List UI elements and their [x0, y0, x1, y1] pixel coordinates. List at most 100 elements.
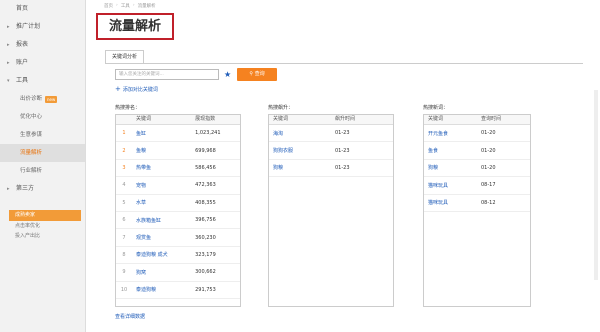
keyword-link[interactable]: 海淘 — [269, 124, 331, 143]
sidebar-subitem[interactable]: 生意参谋 — [0, 126, 85, 144]
table-row: 猫咪玩具 08-17 — [424, 176, 530, 195]
sidebar-item[interactable]: ▾ 工具 — [0, 72, 85, 90]
keyword-link[interactable]: 泰迪狗粮 — [132, 281, 192, 299]
breadcrumb-current: 流量解析 — [137, 4, 156, 9]
sidebar-item[interactable]: ▸ 推广计划 — [0, 18, 85, 36]
keyword-link[interactable]: 狗粮 — [269, 159, 331, 178]
tab-keyword-analysis[interactable]: 关键词分析 — [105, 50, 145, 64]
search-icon: ⚲ — [249, 71, 254, 77]
seller-box: 成熟卖家 点击率优化 投入产出比 — [9, 210, 81, 241]
search-button[interactable]: ⚲ 查询 — [237, 68, 277, 81]
value-cell: 323,179 — [191, 246, 240, 265]
keyword-link[interactable]: 鱼粮 — [132, 141, 192, 160]
keyword-link[interactable]: 泰迪狗粮 成犬 — [132, 246, 192, 265]
sidebar-item[interactable]: ▸ 账户 — [0, 54, 85, 72]
rank-cell: 1 — [116, 124, 132, 143]
keyword-link[interactable]: 开元鱼食 — [424, 124, 477, 143]
sidebar-item-label: 报表 — [16, 41, 29, 48]
column-header: 展现指数 — [191, 115, 240, 125]
time-cell: 01-20 — [477, 124, 530, 143]
time-cell: 08-17 — [477, 176, 530, 195]
table-row: 2 鱼粮 699,968 — [116, 141, 240, 160]
keyword-link[interactable]: 狗狗衣服 — [269, 141, 331, 160]
value-cell: 408,355 — [191, 194, 240, 212]
rank-cell: 8 — [116, 246, 132, 265]
keyword-link[interactable]: 热带鱼 — [132, 159, 192, 178]
keyword-link[interactable]: 鱼食 — [424, 141, 477, 160]
rank-cell: 3 — [116, 159, 132, 178]
add-keyword-label: 添加对比关键词 — [122, 86, 158, 93]
seller-box-row[interactable]: 点击率优化 — [9, 221, 81, 231]
table-row: 鱼食 01-20 — [424, 141, 530, 160]
keyword-link[interactable]: 水族箱鱼缸 — [132, 211, 192, 230]
sidebar-item-label: 首页 — [16, 5, 29, 12]
column-header: 查询时间 — [477, 115, 530, 125]
breadcrumb-separator: › — [132, 3, 135, 8]
add-keyword-link[interactable]: + 添加对比关键词 — [115, 85, 158, 93]
keyword-link[interactable]: 猫咪玩具 — [424, 194, 477, 212]
sidebar-subitem[interactable]: 行业解析 — [0, 162, 85, 180]
time-cell: 01-23 — [331, 124, 393, 143]
breadcrumb-home[interactable]: 首页 — [104, 3, 113, 9]
table-row: 1 鱼缸 1,023,241 — [116, 124, 240, 143]
column-header: 关键词 — [132, 115, 192, 125]
rank-cell: 9 — [116, 263, 132, 282]
hot-new-title: 热搜新词： — [423, 105, 449, 111]
breadcrumb: 首页 › 工具 › 流量解析 — [104, 3, 156, 9]
keyword-link[interactable]: 狗粮 — [424, 159, 477, 178]
sidebar-subitem[interactable]: 优化中心 — [0, 108, 85, 126]
rank-cell: 6 — [116, 211, 132, 230]
sidebar: 首页 ▸ 推广计划 ▸ 报表 ▸ 账户 ▾ 工具 出价诊断 new 优化中心 生… — [0, 0, 86, 332]
keyword-link[interactable]: 观赏鱼 — [132, 228, 192, 247]
search-button-label: 查询 — [254, 71, 265, 77]
hot-rise-table: 关键词 飙升时间 海淘 01-23 狗狗衣服 01-23 狗粮 01-23 — [269, 115, 393, 178]
search-input[interactable]: 输入您关注的关键词... — [115, 69, 219, 80]
keyword-link[interactable]: 水草 — [132, 194, 192, 212]
column-header: 飙升时间 — [331, 115, 393, 125]
chevron-icon: ▸ — [7, 42, 10, 48]
table-row: 9 狗窝 300,662 — [116, 263, 240, 282]
sidebar-subitem-label: 生意参谋 — [20, 132, 43, 138]
sidebar-item-label: 工具 — [16, 77, 29, 84]
keyword-link[interactable]: 猫咪玩具 — [424, 176, 477, 195]
sidebar-item-label: 账户 — [16, 59, 29, 66]
keyword-link[interactable]: 狗窝 — [132, 263, 192, 282]
sidebar-subitem-label: 流量解析 — [20, 150, 43, 156]
sidebar-subitem[interactable]: 出价诊断 new — [0, 90, 85, 108]
time-cell: 01-23 — [331, 159, 393, 178]
table-row: 6 水族箱鱼缸 396,756 — [116, 211, 240, 230]
hot-rank-panel: 关键词 展现指数 1 鱼缸 1,023,241 2 鱼粮 699,968 3 热… — [115, 114, 241, 307]
sidebar-item[interactable]: 首页 — [0, 0, 85, 18]
time-cell: 01-20 — [477, 141, 530, 160]
hot-new-panel: 关键词 查询时间 开元鱼食 01-20 鱼食 01-20 狗粮 01-20 猫咪… — [423, 114, 531, 307]
view-details-link[interactable]: 查看详细数据 — [115, 313, 145, 320]
chevron-icon: ▸ — [7, 60, 10, 66]
value-cell: 699,968 — [191, 141, 240, 160]
breadcrumb-tools[interactable]: 工具 — [121, 3, 130, 9]
sidebar-item[interactable]: ▸ 第三方 — [0, 180, 85, 198]
keyword-link[interactable]: 宠物 — [132, 176, 192, 195]
rank-cell: 2 — [116, 141, 132, 160]
table-row: 猫咪玩具 08-12 — [424, 194, 530, 212]
column-header: 关键词 — [269, 115, 331, 125]
table-row: 5 水草 408,355 — [116, 194, 240, 212]
sidebar-subitem-label: 出价诊断 — [20, 96, 43, 102]
scrollbar[interactable] — [594, 90, 598, 280]
new-badge: new — [45, 95, 58, 103]
table-row: 开元鱼食 01-20 — [424, 124, 530, 143]
star-icon[interactable]: ★ — [224, 69, 231, 80]
rank-cell: 10 — [116, 281, 132, 299]
sidebar-item[interactable]: ▸ 报表 — [0, 36, 85, 54]
hot-new-table: 关键词 查询时间 开元鱼食 01-20 鱼食 01-20 狗粮 01-20 猫咪… — [424, 115, 530, 212]
rank-cell: 7 — [116, 228, 132, 247]
keyword-link[interactable]: 鱼缸 — [132, 124, 192, 143]
value-cell: 1,023,241 — [191, 124, 240, 143]
sidebar-subitem[interactable]: 流量解析 — [0, 144, 85, 162]
table-row: 狗狗衣服 01-23 — [269, 141, 393, 160]
sidebar-item-label: 第三方 — [16, 185, 35, 192]
seller-box-row[interactable]: 投入产出比 — [9, 231, 81, 241]
value-cell: 472,363 — [191, 176, 240, 195]
table-row: 7 观赏鱼 360,230 — [116, 228, 240, 247]
value-cell: 360,230 — [191, 228, 240, 247]
sidebar-item-label: 推广计划 — [16, 23, 41, 30]
